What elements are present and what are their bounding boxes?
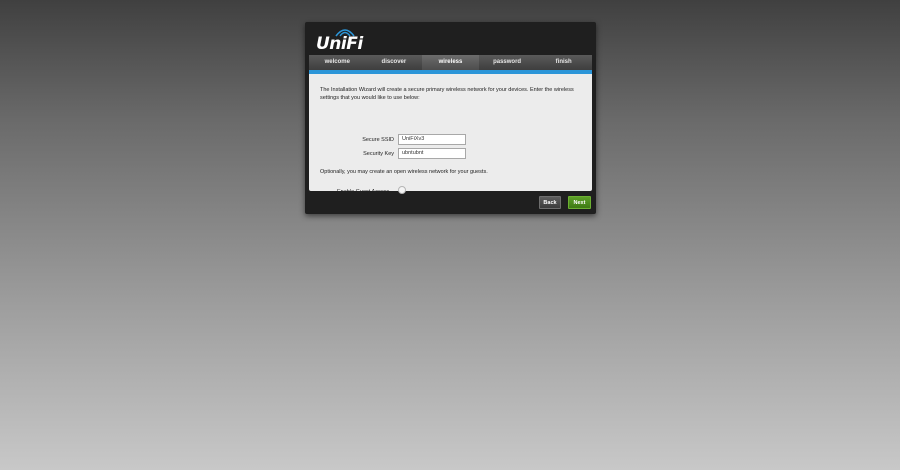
- back-button[interactable]: Back: [539, 196, 561, 209]
- logo-text: UniFi: [316, 34, 363, 54]
- ssid-input[interactable]: UniFiXv3: [398, 134, 466, 145]
- next-button[interactable]: Next: [568, 196, 591, 209]
- tab-wireless[interactable]: wireless: [422, 55, 479, 70]
- ssid-label: Secure SSID: [362, 137, 394, 143]
- tab-finish[interactable]: finish: [535, 55, 592, 70]
- tab-discover[interactable]: discover: [366, 55, 423, 70]
- wireless-settings-panel: The Installation Wizard will create a se…: [309, 74, 592, 195]
- setup-wizard-window: UniFi welcome discover wireless password…: [305, 22, 596, 214]
- wizard-steps: welcome discover wireless password finis…: [309, 55, 592, 70]
- guest-access-checkbox[interactable]: [398, 186, 406, 194]
- tab-welcome[interactable]: welcome: [309, 55, 366, 70]
- tab-password[interactable]: password: [479, 55, 536, 70]
- guest-access-label: Enable Guest Access: [337, 189, 390, 195]
- security-key-label: Security Key: [363, 151, 394, 157]
- guest-network-hint: Optionally, you may create an open wirel…: [320, 169, 488, 175]
- security-key-input[interactable]: ubntubnt: [398, 148, 466, 159]
- unifi-logo: UniFi: [316, 29, 376, 54]
- intro-text: The Installation Wizard will create a se…: [320, 87, 574, 101]
